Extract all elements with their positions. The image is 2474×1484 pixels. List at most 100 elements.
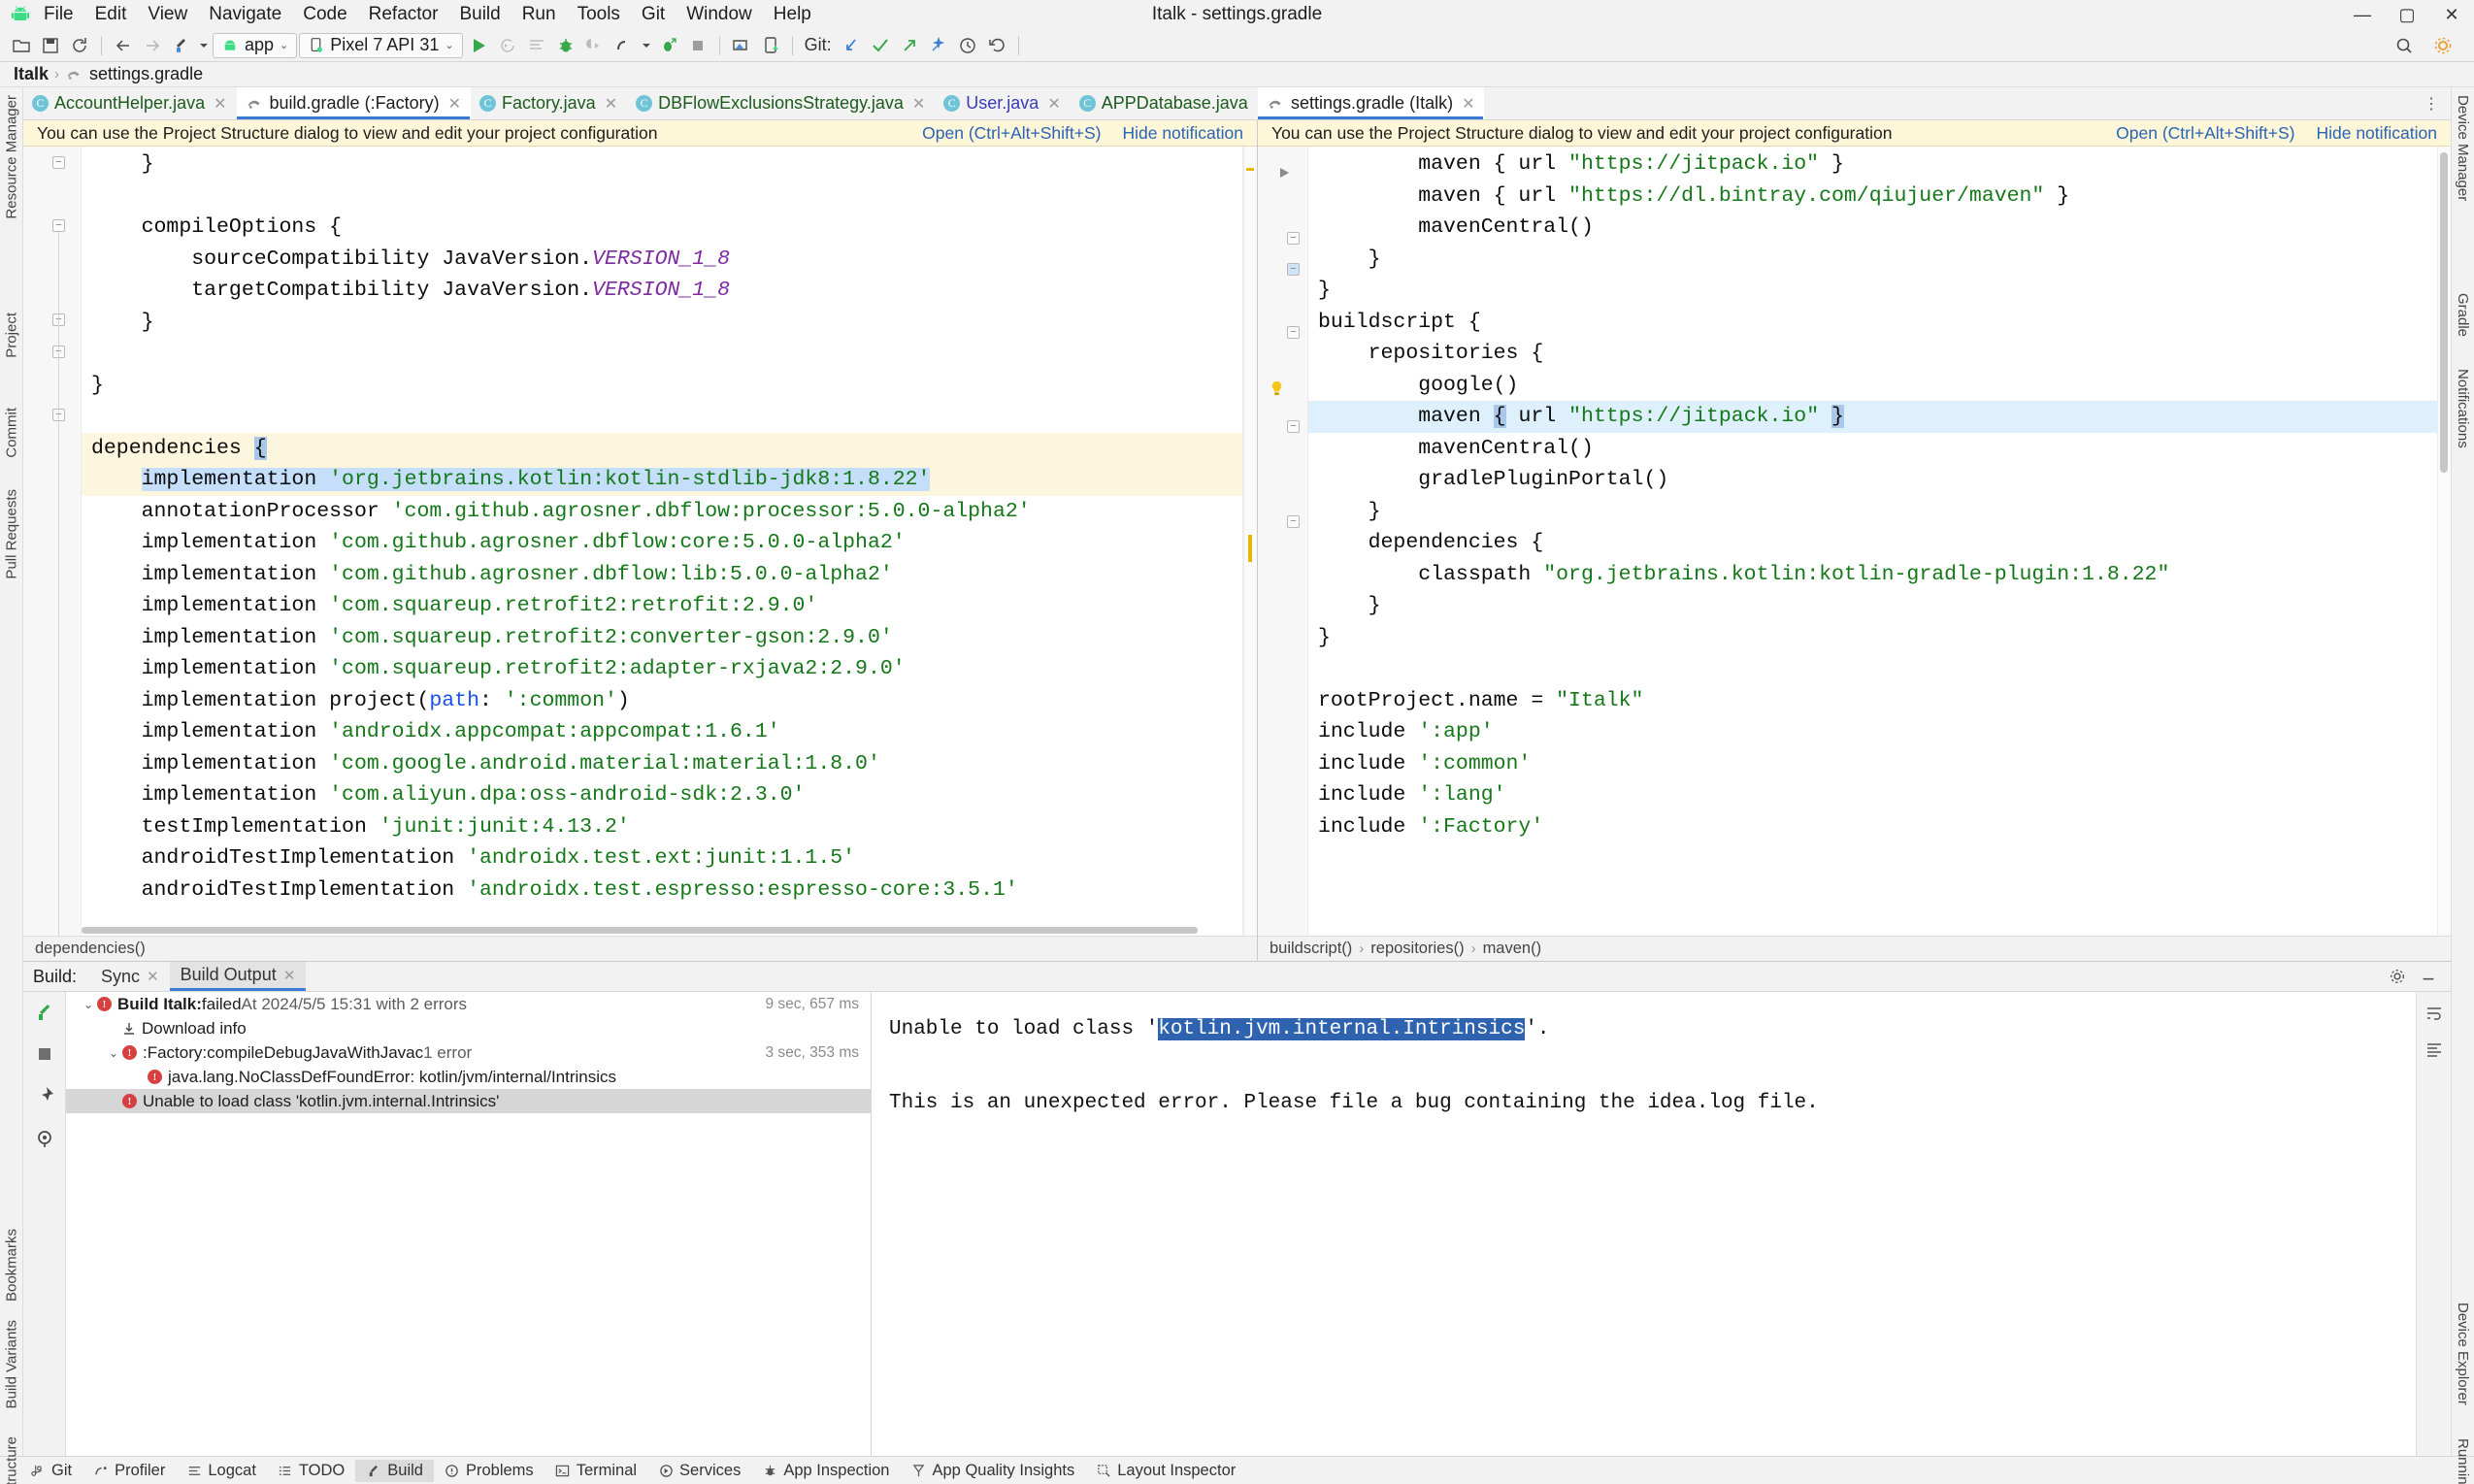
build-tree-row[interactable]: ! java.lang.NoClassDefFoundError: kotlin/… [66,1065,871,1089]
tab-build-output[interactable]: Build Output ✕ [169,962,307,991]
intention-bulb-icon[interactable] [1268,379,1287,399]
left-code-lines[interactable]: } compileOptions { sourceCompatibility J… [82,147,1257,936]
stop-icon[interactable] [684,33,711,58]
close-icon[interactable]: ✕ [283,967,296,984]
tab-accounthelper-java[interactable]: C AccountHelper.java ✕ [23,87,237,119]
device-selector[interactable]: Pixel 7 API 31 ⌄ [299,32,463,58]
settings-gear-icon[interactable] [2429,33,2457,58]
status-bar-item-services[interactable]: Services [647,1460,751,1482]
apply-changes-icon[interactable] [494,33,521,58]
code-line[interactable]: } [1308,244,2451,276]
code-line[interactable]: include ':common' [1308,748,2451,780]
tab-user-java[interactable]: C User.java ✕ [935,87,1071,119]
sidebar-item-pull-requests[interactable]: Pull Requests [3,489,19,579]
close-icon[interactable]: ✕ [1462,94,1474,114]
menu-refactor[interactable]: Refactor [358,1,449,28]
open-folder-icon[interactable] [8,33,35,58]
code-line[interactable] [82,338,1257,370]
code-line[interactable]: dependencies { [1308,527,2451,559]
code-line[interactable]: implementation 'com.github.agrosner.dbfl… [82,559,1257,591]
menu-edit[interactable]: Edit [84,1,138,28]
wrap-text-icon[interactable] [2425,1004,2444,1023]
device-manager-icon[interactable] [757,33,784,58]
git-update-icon[interactable] [838,33,865,58]
code-line[interactable]: implementation 'com.squareup.retrofit2:r… [82,590,1257,622]
code-line[interactable]: } [1308,496,2451,528]
build-tree-row[interactable]: ! Unable to load class 'kotlin.jvm.intern… [66,1089,871,1113]
breadcrumb-maven[interactable]: maven() [1483,940,1542,958]
pin-icon[interactable] [34,1085,55,1106]
status-bar-item-git[interactable]: Git [19,1460,82,1482]
build-tree-row[interactable]: ⌄! Build Italk: failed At 2024/5/5 15:31 … [66,992,871,1016]
eye-icon[interactable] [34,1128,55,1149]
code-line[interactable]: implementation 'org.jetbrains.kotlin:kot… [82,464,1257,496]
chevron-down-icon[interactable]: ⌄ [80,998,97,1011]
git-commit-icon[interactable] [867,33,894,58]
profile-icon[interactable] [610,33,638,58]
code-fold-icon[interactable]: − [1287,232,1300,245]
open-project-structure-link[interactable]: Open (Ctrl+Alt+Shift+S) [2116,123,2294,144]
left-horizontal-scrollbar[interactable] [82,925,1243,936]
sidebar-item-device-explorer[interactable]: Device Explorer [2455,1303,2471,1405]
code-line[interactable]: implementation 'com.google.android.mater… [82,748,1257,780]
chevron-down-icon[interactable]: ⌄ [105,1046,122,1060]
breadcrumb-buildscript[interactable]: buildscript() [1270,940,1352,958]
code-line[interactable]: rootProject.name = "Italk" [1308,685,2451,717]
code-line[interactable]: implementation 'androidx.appcompat:appco… [82,716,1257,748]
close-icon[interactable]: ✕ [912,94,925,114]
breadcrumb-project[interactable]: Italk [14,64,49,84]
code-line[interactable]: mavenCentral() [1308,433,2451,465]
code-line[interactable]: mavenCentral() [1308,212,2451,244]
code-line[interactable]: include ':lang' [1308,779,2451,811]
sidebar-item-gradle[interactable]: Gradle [2455,293,2471,337]
code-line[interactable]: } [82,307,1257,339]
code-line[interactable]: implementation 'com.squareup.retrofit2:a… [82,653,1257,685]
status-bar-item-todo[interactable]: TODO [267,1460,355,1482]
status-bar-item-app-quality-insights[interactable]: App Quality Insights [901,1460,1086,1482]
run-gutter-icon[interactable] [1277,166,1291,180]
code-line[interactable] [82,181,1257,213]
forward-arrow-icon[interactable] [139,33,166,58]
tab-build-gradle-factory[interactable]: build.gradle (:Factory) ✕ [236,87,471,119]
breadcrumb-repositories[interactable]: repositories() [1370,940,1464,958]
tab-appdatabase-java[interactable]: C APPDatabase.java ✕ [1070,87,1258,119]
tab-factory-java[interactable]: C Factory.java ✕ [470,87,628,119]
menu-view[interactable]: View [137,1,198,28]
tab-sync[interactable]: Sync ✕ [90,964,170,990]
minimize-icon[interactable] [2420,968,2437,985]
status-bar-item-build[interactable]: Build [355,1459,434,1482]
code-line[interactable]: maven { url "https://jitpack.io" } [1308,148,2451,181]
menu-file[interactable]: File [33,1,84,28]
right-vertical-scrollbar[interactable] [2437,147,2451,936]
code-line[interactable]: } [1308,590,2451,622]
maximize-button[interactable]: ▢ [2385,0,2429,29]
sidebar-item-commit[interactable]: Commit [3,408,19,458]
profile-caret-icon[interactable] [640,33,653,58]
right-editor-content[interactable]: − − − − − maven { url "https://jitpack.i… [1258,147,2451,936]
code-line[interactable]: androidTestImplementation 'androidx.test… [82,874,1257,907]
code-fold-icon[interactable]: − [1287,420,1300,433]
sync-gradle-icon[interactable] [523,33,550,58]
code-line[interactable]: classpath "org.jetbrains.kotlin:kotlin-g… [1308,559,2451,591]
sidebar-item-notifications[interactable]: Notifications [2455,369,2471,448]
code-line[interactable]: maven { url "https://dl.bintray.com/qiuj… [1308,181,2451,213]
sidebar-item-bookmarks[interactable]: Bookmarks [3,1229,19,1302]
tab-dbflowexclusionsstrategy-java[interactable]: C DBFlowExclusionsStrategy.java ✕ [627,87,936,119]
sidebar-item-device-manager[interactable]: Device Manager [2455,95,2471,201]
code-fold-icon[interactable]: − [52,156,65,169]
breadcrumb-scope[interactable]: dependencies() [35,940,146,958]
status-bar-item-problems[interactable]: Problems [434,1460,544,1482]
menu-window[interactable]: Window [676,1,763,28]
run-icon[interactable] [465,33,492,58]
code-fold-icon[interactable]: − [1287,515,1300,528]
code-line[interactable]: implementation 'com.github.agrosner.dbfl… [82,527,1257,559]
code-line[interactable]: compileOptions { [82,212,1257,244]
code-line[interactable]: } [82,148,1257,181]
close-icon[interactable]: ✕ [448,94,461,114]
code-line[interactable]: repositories { [1308,338,2451,370]
code-line[interactable]: buildscript { [1308,307,2451,339]
build-output-tree[interactable]: ⌄! Build Italk: failed At 2024/5/5 15:31 … [66,992,872,1456]
attach-debugger-icon[interactable] [581,33,609,58]
build-tree-row[interactable]: ⌄!:Factory:compileDebugJavaWithJavac 1 e… [66,1040,871,1065]
code-fold-icon[interactable]: − [1287,263,1300,276]
